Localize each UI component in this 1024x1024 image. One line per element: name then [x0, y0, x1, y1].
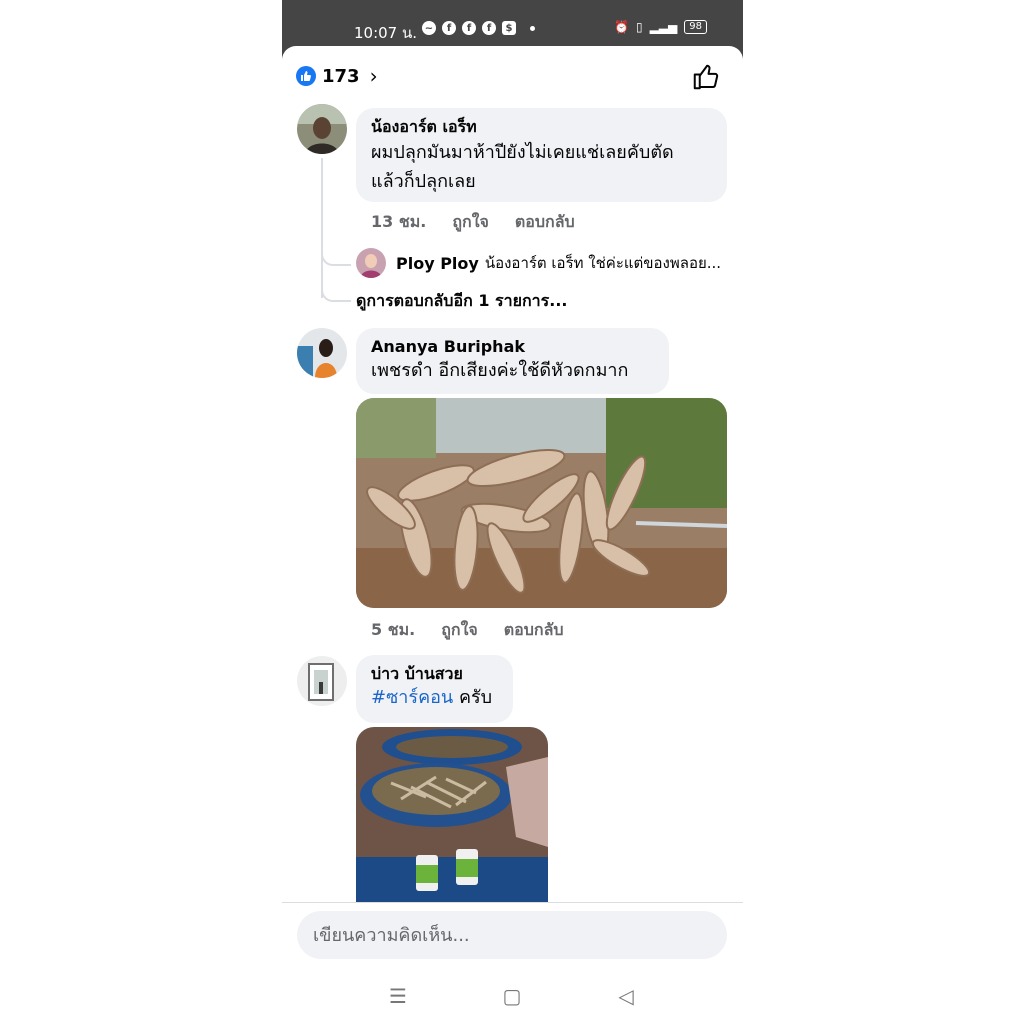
- comment-text: แล้วก็ปลุกเลย: [371, 171, 476, 192]
- messenger-icon: ~: [422, 21, 436, 35]
- like-button[interactable]: ถูกใจ: [452, 210, 489, 235]
- notification-icons: ~ f f f $: [422, 21, 535, 35]
- comment-actions: 13 ชม. ถูกใจ ตอบกลับ: [371, 210, 601, 235]
- alarm-icon: ⏰: [614, 20, 629, 34]
- thread-connector: [321, 236, 351, 266]
- comment-text: ผมปลุกมันมาห้าปียังไม่เคยแช่เลยคับตัด: [371, 142, 674, 163]
- screen: 10:07 น. ~ f f f $ ⏰ ▯ ▂▃▅ 98 173 › น้อง…: [0, 0, 1024, 1024]
- comment-bubble[interactable]: Ananya Buriphak เพชรดำ อีกเสียงค่ะใช้ดีห…: [356, 328, 669, 394]
- shopping-bag-icon: $: [502, 21, 516, 35]
- reaction-summary[interactable]: 173 ›: [296, 64, 378, 88]
- avatar[interactable]: [297, 656, 347, 706]
- like-reaction-icon: [296, 66, 316, 86]
- thread-connector: [321, 272, 351, 302]
- reply-text: น้องอาร์ต เอร็ท ใช่ค่ะแต่ของพลอย...: [484, 254, 722, 272]
- comment-text: เพชรดำ อีกเสียงค่ะใช้ดีหัวดกมาก: [371, 360, 629, 381]
- system-icons: ⏰ ▯ ▂▃▅ 98: [614, 20, 707, 34]
- hashtag-link[interactable]: #ซาร์คอน: [371, 687, 453, 708]
- reply-author-name: Ploy Ploy: [396, 253, 479, 273]
- system-nav-bar: ☰ ▢ ◁: [282, 968, 743, 1024]
- comment-timestamp: 5 ชม.: [371, 620, 416, 639]
- like-post-button[interactable]: [691, 62, 721, 92]
- chevron-right-icon: ›: [369, 64, 378, 88]
- facebook-icon: f: [462, 21, 476, 35]
- like-button[interactable]: ถูกใจ: [441, 618, 478, 643]
- reply-preview[interactable]: Ploy Ploy น้องอาร์ต เอร็ท ใช่ค่ะแต่ของพล…: [356, 248, 731, 278]
- more-notifications-dot: [530, 25, 535, 31]
- reaction-count: 173: [322, 65, 360, 87]
- avatar: [356, 248, 386, 278]
- reply-button[interactable]: ตอบกลับ: [504, 618, 564, 643]
- vibrate-icon: ▯: [635, 20, 643, 34]
- commenter-name[interactable]: น้องอาร์ต เอร็ท: [371, 116, 712, 138]
- avatar[interactable]: [297, 328, 347, 378]
- comment-photo-cassava-roots[interactable]: [356, 398, 727, 608]
- facebook-icon: f: [482, 21, 496, 35]
- home-nav-button[interactable]: ▢: [498, 982, 526, 1010]
- comment-actions: 5 ชม. ถูกใจ ตอบกลับ: [371, 618, 590, 643]
- reply-button[interactable]: ตอบกลับ: [515, 210, 575, 235]
- commenter-name[interactable]: Ananya Buriphak: [371, 336, 654, 358]
- menu-nav-button[interactable]: ☰: [384, 982, 412, 1010]
- comment-timestamp: 13 ชม.: [371, 212, 427, 231]
- back-nav-button[interactable]: ◁: [612, 982, 640, 1010]
- comment-bubble[interactable]: บ่าว บ้านสวย #ซาร์คอน ครับ: [356, 655, 513, 723]
- facebook-icon: f: [442, 21, 456, 35]
- comment-text: #ซาร์คอน ครับ: [371, 687, 493, 708]
- comment-input[interactable]: [297, 911, 727, 959]
- commenter-name[interactable]: บ่าว บ้านสวย: [371, 663, 498, 685]
- comments-sheet: 173 › น้องอาร์ต เอร็ท ผมปลุกมันมาห้าปียั…: [282, 46, 743, 968]
- view-more-replies-link[interactable]: ดูการตอบกลับอีก 1 รายการ...: [356, 289, 567, 314]
- battery-icon: 98: [684, 20, 707, 34]
- comment-composer: [282, 902, 743, 968]
- comment-bubble[interactable]: น้องอาร์ต เอร็ท ผมปลุกมันมาห้าปียังไม่เค…: [356, 108, 727, 202]
- signal-icon: ▂▃▅: [649, 20, 678, 34]
- status-time: 10:07 น.: [354, 24, 418, 42]
- avatar[interactable]: [297, 104, 347, 154]
- comment-photo-cuttings-soak[interactable]: [356, 727, 548, 902]
